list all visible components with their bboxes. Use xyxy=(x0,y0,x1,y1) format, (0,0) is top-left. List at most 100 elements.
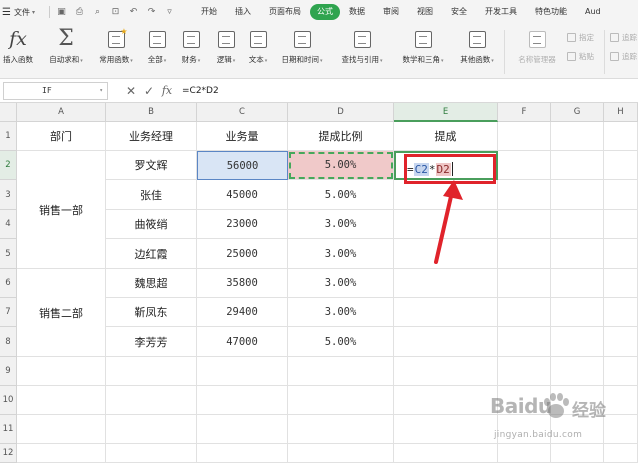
empty-cell[interactable] xyxy=(498,327,551,357)
row-header[interactable]: 7 xyxy=(0,298,17,327)
empty-cell[interactable] xyxy=(288,415,394,444)
cell-volume[interactable]: 47000 xyxy=(197,327,288,357)
empty-cell[interactable] xyxy=(604,180,638,210)
column-header-c[interactable]: C xyxy=(197,103,288,122)
empty-cell[interactable] xyxy=(197,386,288,415)
empty-cell[interactable] xyxy=(604,327,638,357)
trace-precedents-button[interactable]: 追踪 xyxy=(610,32,637,43)
tab-special[interactable]: 特色功能 xyxy=(526,4,576,20)
empty-cell[interactable] xyxy=(604,298,638,327)
cell-ratio[interactable]: 5.00% xyxy=(288,180,394,210)
formula-input[interactable]: =C2*D2 xyxy=(182,86,219,96)
customize-icon[interactable]: ▿ xyxy=(162,5,177,20)
empty-cell[interactable] xyxy=(604,269,638,298)
empty-cell[interactable] xyxy=(498,239,551,269)
cell-volume[interactable]: 35800 xyxy=(197,269,288,298)
trace-dependents-button[interactable]: 追踪 xyxy=(610,51,637,62)
column-header-h[interactable]: H xyxy=(604,103,638,122)
empty-cell[interactable] xyxy=(394,357,498,386)
empty-cell[interactable] xyxy=(17,415,106,444)
empty-cell[interactable] xyxy=(394,415,498,444)
file-menu[interactable]: ☰ 文件 ▾ xyxy=(0,0,39,24)
empty-cell[interactable] xyxy=(288,444,394,463)
empty-cell[interactable] xyxy=(604,151,638,180)
empty-cell[interactable] xyxy=(551,327,604,357)
header-cell-commission[interactable]: 提成 xyxy=(394,122,498,151)
tab-data[interactable]: 数据 xyxy=(340,4,374,20)
empty-cell[interactable] xyxy=(498,357,551,386)
autosum-button[interactable]: Σ 自动求和▾ xyxy=(44,27,88,77)
logic-button[interactable]: 逻辑▾ xyxy=(212,27,240,77)
name-manager-button[interactable]: 名称管理器 xyxy=(510,27,564,77)
other-functions-button[interactable]: 其他函数▾ xyxy=(455,27,499,77)
math-button[interactable]: 数学和三角▾ xyxy=(396,27,450,77)
row-header[interactable]: 3 xyxy=(0,180,17,210)
tab-audit[interactable]: Aud xyxy=(576,4,610,20)
cell-ratio[interactable]: 3.00% xyxy=(288,239,394,269)
empty-cell[interactable] xyxy=(197,357,288,386)
empty-cell[interactable] xyxy=(17,444,106,463)
cell-ratio[interactable]: 3.00% xyxy=(288,210,394,239)
column-header-e[interactable]: E xyxy=(394,103,498,122)
empty-cell[interactable] xyxy=(197,415,288,444)
finance-button[interactable]: 财务▾ xyxy=(177,27,205,77)
empty-cell[interactable] xyxy=(551,239,604,269)
empty-cell[interactable] xyxy=(394,444,498,463)
cell-manager[interactable]: 李芳芳 xyxy=(106,327,197,357)
tab-insert[interactable]: 插入 xyxy=(226,4,260,20)
empty-cell[interactable] xyxy=(604,239,638,269)
tab-page-layout[interactable]: 页面布局 xyxy=(260,4,310,20)
cell-manager[interactable]: 靳凤东 xyxy=(106,298,197,327)
empty-cell[interactable] xyxy=(106,357,197,386)
empty-cell[interactable] xyxy=(551,357,604,386)
cell-ratio[interactable]: 5.00% xyxy=(288,327,394,357)
paste-name-button[interactable]: 粘贴 xyxy=(567,51,594,62)
export-icon[interactable]: ⊡ xyxy=(108,5,123,20)
row-header[interactable]: 11 xyxy=(0,415,17,444)
lookup-button[interactable]: 查找与引用▾ xyxy=(334,27,390,77)
name-box[interactable]: IF ▾ xyxy=(3,81,108,100)
empty-cell[interactable] xyxy=(498,151,551,180)
empty-cell[interactable] xyxy=(551,180,604,210)
header-cell-dept[interactable]: 部门 xyxy=(17,122,106,151)
empty-cell[interactable] xyxy=(288,386,394,415)
empty-cell[interactable] xyxy=(106,386,197,415)
merged-cell-dept-2[interactable]: 销售二部 xyxy=(17,269,106,357)
text-button[interactable]: 文本▾ xyxy=(244,27,272,77)
datetime-button[interactable]: 日期和时间▾ xyxy=(276,27,328,77)
cell-volume[interactable]: 23000 xyxy=(197,210,288,239)
tab-review[interactable]: 审阅 xyxy=(374,4,408,20)
cell-ratio[interactable]: 3.00% xyxy=(288,298,394,327)
cell-manager[interactable]: 边红霞 xyxy=(106,239,197,269)
empty-cell[interactable] xyxy=(551,210,604,239)
header-cell-manager[interactable]: 业务经理 xyxy=(106,122,197,151)
empty-cell[interactable] xyxy=(604,122,638,151)
column-header-f[interactable]: F xyxy=(498,103,551,122)
header-cell-volume[interactable]: 业务量 xyxy=(197,122,288,151)
all-functions-button[interactable]: 全部▾ xyxy=(143,27,171,77)
cancel-icon[interactable]: ✕ xyxy=(122,84,140,98)
cell-commission[interactable] xyxy=(394,327,498,357)
empty-cell[interactable] xyxy=(498,210,551,239)
empty-cell[interactable] xyxy=(604,357,638,386)
cell-ratio-referenced[interactable]: 5.00% xyxy=(288,151,394,180)
empty-cell[interactable] xyxy=(498,269,551,298)
empty-cell[interactable] xyxy=(498,298,551,327)
row-header[interactable]: 1 xyxy=(0,122,17,151)
cell-volume[interactable]: 29400 xyxy=(197,298,288,327)
row-header[interactable]: 9 xyxy=(0,357,17,386)
undo-icon[interactable]: ↶ xyxy=(126,5,141,20)
row-header[interactable]: 12 xyxy=(0,444,17,463)
print-preview-icon[interactable]: ⌕ xyxy=(90,5,105,20)
cell-manager[interactable]: 曲筱绡 xyxy=(106,210,197,239)
insert-function-button[interactable]: fx 插入函数 xyxy=(0,27,36,77)
empty-cell[interactable] xyxy=(498,180,551,210)
in-cell-formula-editor[interactable]: = C2 * D2 xyxy=(407,159,453,179)
tab-view[interactable]: 视图 xyxy=(408,4,442,20)
empty-cell[interactable] xyxy=(551,269,604,298)
print-icon[interactable]: ⎙ xyxy=(72,5,87,20)
row-header[interactable]: 6 xyxy=(0,269,17,298)
empty-cell[interactable] xyxy=(288,357,394,386)
cell-volume[interactable]: 45000 xyxy=(197,180,288,210)
row-header[interactable]: 10 xyxy=(0,386,17,415)
